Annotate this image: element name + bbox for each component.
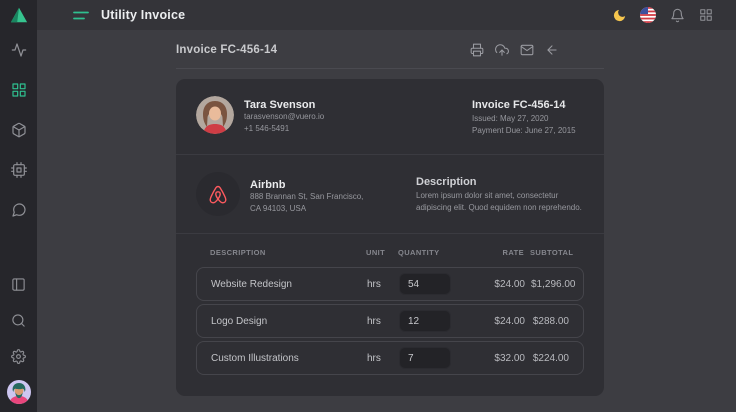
chat-bubble-icon [11, 202, 27, 218]
col-header-description: DESCRIPTION [210, 248, 360, 257]
table-row: Logo Design hrs $24.00 $288.00 [196, 304, 584, 338]
navbar-title: Utility Invoice [101, 8, 185, 22]
table-header-row: DESCRIPTION UNIT QUANTITY RATE SUBTOTAL [196, 248, 584, 257]
item-description: Logo Design [211, 316, 361, 327]
customer-phone: +1 546-5491 [244, 123, 324, 135]
dashboard-grid-icon [11, 82, 27, 98]
sidebar-item-activity[interactable] [0, 30, 37, 70]
cloud-upload-button[interactable] [494, 42, 510, 58]
cloud-upload-icon [495, 43, 509, 57]
dark-mode-toggle[interactable] [611, 7, 627, 23]
sidebar-user-avatar[interactable] [0, 374, 37, 410]
invoice-number: Invoice FC-456-14 [472, 99, 584, 111]
quantity-input[interactable] [399, 310, 451, 332]
col-header-quantity: QUANTITY [398, 248, 456, 257]
item-unit: hrs [367, 316, 393, 327]
company-address-line1: 888 Brannan St, San Francisco, [250, 191, 363, 203]
content-area: Invoice FC-456-14 [37, 30, 736, 412]
description-heading: Description [416, 176, 584, 188]
item-unit: hrs [367, 279, 393, 290]
sidebar-item-settings[interactable] [0, 338, 37, 374]
company-name: Airbnb [250, 179, 363, 191]
airbnb-logo-icon [207, 184, 229, 205]
mail-icon [520, 43, 534, 57]
search-icon [11, 313, 26, 328]
sidebar-item-components[interactable] [0, 150, 37, 190]
logo-triangle-icon [9, 6, 29, 24]
user-avatar-illustration [7, 380, 31, 404]
print-button[interactable] [469, 42, 485, 58]
item-subtotal: $1,296.00 [531, 279, 576, 290]
company-logo-badge [196, 172, 240, 216]
sidebar-item-search[interactable] [0, 302, 37, 338]
sidebar-item-dashboard[interactable] [0, 70, 37, 110]
app-window: Utility Invoice [0, 0, 736, 412]
us-flag-icon [640, 7, 656, 23]
sidebar-item-products[interactable] [0, 110, 37, 150]
top-navbar: Utility Invoice [37, 0, 736, 30]
invoice-company-section: Airbnb 888 Brannan St, San Francisco, CA… [176, 155, 604, 234]
item-subtotal: $224.00 [531, 353, 569, 364]
item-description: Custom Illustrations [211, 353, 361, 364]
item-rate: $32.00 [463, 353, 525, 364]
language-selector[interactable] [640, 7, 656, 23]
activity-icon [11, 42, 27, 58]
invoice-due-date: Payment Due: June 27, 2015 [472, 125, 584, 137]
customer-avatar[interactable] [196, 96, 234, 134]
hamburger-menu[interactable] [73, 10, 89, 21]
table-row: Website Redesign hrs $24.00 $1,296.00 [196, 267, 584, 301]
invoice-items-table: DESCRIPTION UNIT QUANTITY RATE SUBTOTAL … [176, 234, 604, 396]
item-unit: hrs [367, 353, 393, 364]
sidebar [0, 0, 37, 412]
customer-email: tarasvenson@vuero.io [244, 111, 324, 123]
table-row: Custom Illustrations hrs $32.00 $224.00 [196, 341, 584, 375]
invoice-card: Tara Svenson tarasvenson@vuero.io +1 546… [176, 79, 604, 396]
notifications-button[interactable] [669, 7, 685, 23]
moon-icon [612, 8, 627, 23]
hamburger-icon [73, 10, 89, 21]
item-rate: $24.00 [463, 279, 525, 290]
page-header: Invoice FC-456-14 [176, 42, 604, 69]
send-mail-button[interactable] [519, 42, 535, 58]
gear-icon [11, 349, 26, 364]
sidebar-item-messages[interactable] [0, 190, 37, 230]
item-rate: $24.00 [463, 316, 525, 327]
back-arrow-icon [545, 43, 559, 57]
quantity-input[interactable] [399, 347, 451, 369]
sidebar-item-panels[interactable] [0, 266, 37, 302]
col-header-rate: RATE [462, 248, 524, 257]
cpu-icon [11, 162, 27, 178]
bell-icon [670, 8, 685, 23]
col-header-subtotal: SUBTOTAL [530, 248, 573, 257]
col-header-unit: UNIT [366, 248, 392, 257]
customer-name: Tara Svenson [244, 99, 324, 111]
apps-menu-button[interactable] [698, 7, 714, 23]
item-description: Website Redesign [211, 279, 361, 290]
invoice-issued-date: Issued: May 27, 2020 [472, 113, 584, 125]
description-text: Lorem ipsum dolor sit amet, consectetur … [416, 190, 584, 214]
print-icon [470, 43, 484, 57]
app-logo[interactable] [0, 0, 37, 30]
box-icon [11, 122, 27, 138]
panel-icon [11, 277, 26, 292]
page-title: Invoice FC-456-14 [176, 44, 277, 56]
back-button[interactable] [544, 42, 560, 58]
company-address-line2: CA 94103, USA [250, 203, 363, 215]
invoice-parties-section: Tara Svenson tarasvenson@vuero.io +1 546… [176, 79, 604, 155]
item-subtotal: $288.00 [531, 316, 569, 327]
quantity-input[interactable] [399, 273, 451, 295]
customer-avatar-photo [196, 96, 234, 134]
apps-grid-icon [699, 8, 713, 22]
